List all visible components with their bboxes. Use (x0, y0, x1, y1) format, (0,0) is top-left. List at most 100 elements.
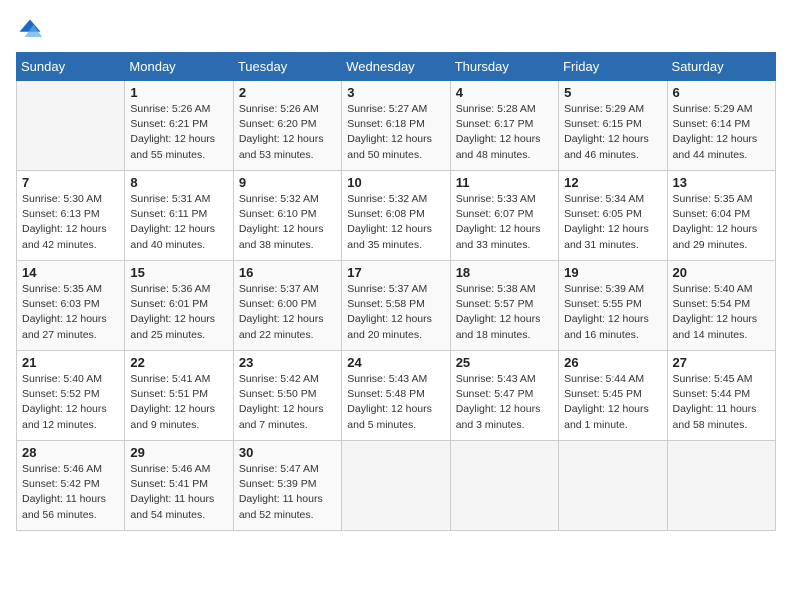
calendar-cell: 16 Sunrise: 5:37 AMSunset: 6:00 PMDayligh… (233, 261, 341, 351)
day-number: 27 (673, 355, 770, 370)
day-detail: Sunrise: 5:43 AMSunset: 5:47 PMDaylight:… (456, 372, 553, 433)
day-detail: Sunrise: 5:46 AMSunset: 5:41 PMDaylight:… (130, 462, 227, 523)
day-detail: Sunrise: 5:38 AMSunset: 5:57 PMDaylight:… (456, 282, 553, 343)
day-number: 22 (130, 355, 227, 370)
day-number: 23 (239, 355, 336, 370)
day-number: 28 (22, 445, 119, 460)
day-detail: Sunrise: 5:32 AMSunset: 6:08 PMDaylight:… (347, 192, 444, 253)
calendar-day-header: Wednesday (342, 53, 450, 81)
day-number: 9 (239, 175, 336, 190)
day-detail: Sunrise: 5:42 AMSunset: 5:50 PMDaylight:… (239, 372, 336, 433)
calendar-cell: 12 Sunrise: 5:34 AMSunset: 6:05 PMDayligh… (559, 171, 667, 261)
day-number: 17 (347, 265, 444, 280)
calendar-body: 1 Sunrise: 5:26 AMSunset: 6:21 PMDaylight… (17, 81, 776, 531)
day-detail: Sunrise: 5:47 AMSunset: 5:39 PMDaylight:… (239, 462, 336, 523)
day-detail: Sunrise: 5:40 AMSunset: 5:54 PMDaylight:… (673, 282, 770, 343)
calendar-table: SundayMondayTuesdayWednesdayThursdayFrid… (16, 52, 776, 531)
calendar-day-header: Sunday (17, 53, 125, 81)
calendar-cell: 24 Sunrise: 5:43 AMSunset: 5:48 PMDayligh… (342, 351, 450, 441)
day-number: 29 (130, 445, 227, 460)
calendar-cell: 4 Sunrise: 5:28 AMSunset: 6:17 PMDaylight… (450, 81, 558, 171)
calendar-cell: 8 Sunrise: 5:31 AMSunset: 6:11 PMDaylight… (125, 171, 233, 261)
calendar-cell: 18 Sunrise: 5:38 AMSunset: 5:57 PMDayligh… (450, 261, 558, 351)
calendar-cell (17, 81, 125, 171)
day-number: 8 (130, 175, 227, 190)
day-number: 7 (22, 175, 119, 190)
day-number: 6 (673, 85, 770, 100)
calendar-day-header: Saturday (667, 53, 775, 81)
calendar-cell (342, 441, 450, 531)
calendar-cell (667, 441, 775, 531)
day-detail: Sunrise: 5:36 AMSunset: 6:01 PMDaylight:… (130, 282, 227, 343)
calendar-cell: 11 Sunrise: 5:33 AMSunset: 6:07 PMDayligh… (450, 171, 558, 261)
page-header (16, 16, 776, 44)
calendar-cell: 28Sunrise: 5:46 AMSunset: 5:42 PMDayligh… (17, 441, 125, 531)
day-detail: Sunrise: 5:35 AMSunset: 6:03 PMDaylight:… (22, 282, 119, 343)
calendar-cell: 5 Sunrise: 5:29 AMSunset: 6:15 PMDaylight… (559, 81, 667, 171)
calendar-header-row: SundayMondayTuesdayWednesdayThursdayFrid… (17, 53, 776, 81)
calendar-day-header: Thursday (450, 53, 558, 81)
day-detail: Sunrise: 5:29 AMSunset: 6:15 PMDaylight:… (564, 102, 661, 163)
calendar-cell: 7Sunrise: 5:30 AMSunset: 6:13 PMDaylight… (17, 171, 125, 261)
calendar-cell: 27 Sunrise: 5:45 AMSunset: 5:44 PMDayligh… (667, 351, 775, 441)
day-detail: Sunrise: 5:35 AMSunset: 6:04 PMDaylight:… (673, 192, 770, 253)
day-detail: Sunrise: 5:28 AMSunset: 6:17 PMDaylight:… (456, 102, 553, 163)
day-detail: Sunrise: 5:26 AMSunset: 6:21 PMDaylight:… (130, 102, 227, 163)
calendar-week-row: 14 Sunrise: 5:35 AMSunset: 6:03 PMDayligh… (17, 261, 776, 351)
day-number: 10 (347, 175, 444, 190)
day-number: 20 (673, 265, 770, 280)
day-detail: Sunrise: 5:39 AMSunset: 5:55 PMDaylight:… (564, 282, 661, 343)
calendar-cell: 30 Sunrise: 5:47 AMSunset: 5:39 PMDayligh… (233, 441, 341, 531)
calendar-cell: 23 Sunrise: 5:42 AMSunset: 5:50 PMDayligh… (233, 351, 341, 441)
logo-icon (16, 16, 44, 44)
calendar-week-row: 1 Sunrise: 5:26 AMSunset: 6:21 PMDaylight… (17, 81, 776, 171)
day-number: 25 (456, 355, 553, 370)
day-detail: Sunrise: 5:26 AMSunset: 6:20 PMDaylight:… (239, 102, 336, 163)
calendar-cell (450, 441, 558, 531)
day-number: 11 (456, 175, 553, 190)
calendar-cell: 9 Sunrise: 5:32 AMSunset: 6:10 PMDaylight… (233, 171, 341, 261)
calendar-cell: 25 Sunrise: 5:43 AMSunset: 5:47 PMDayligh… (450, 351, 558, 441)
day-number: 5 (564, 85, 661, 100)
day-number: 18 (456, 265, 553, 280)
day-number: 4 (456, 85, 553, 100)
calendar-cell: 14 Sunrise: 5:35 AMSunset: 6:03 PMDayligh… (17, 261, 125, 351)
day-number: 19 (564, 265, 661, 280)
day-detail: Sunrise: 5:40 AMSunset: 5:52 PMDaylight:… (22, 372, 119, 433)
calendar-cell: 20 Sunrise: 5:40 AMSunset: 5:54 PMDayligh… (667, 261, 775, 351)
day-detail: Sunrise: 5:41 AMSunset: 5:51 PMDaylight:… (130, 372, 227, 433)
calendar-week-row: 21 Sunrise: 5:40 AMSunset: 5:52 PMDayligh… (17, 351, 776, 441)
day-number: 1 (130, 85, 227, 100)
day-number: 13 (673, 175, 770, 190)
calendar-day-header: Tuesday (233, 53, 341, 81)
day-detail: Sunrise: 5:45 AMSunset: 5:44 PMDaylight:… (673, 372, 770, 433)
calendar-cell: 17Sunrise: 5:37 AMSunset: 5:58 PMDayligh… (342, 261, 450, 351)
day-detail: Sunrise: 5:32 AMSunset: 6:10 PMDaylight:… (239, 192, 336, 253)
logo (16, 16, 48, 44)
day-detail: Sunrise: 5:37 AMSunset: 6:00 PMDaylight:… (239, 282, 336, 343)
calendar-cell: 22 Sunrise: 5:41 AMSunset: 5:51 PMDayligh… (125, 351, 233, 441)
calendar-cell: 13 Sunrise: 5:35 AMSunset: 6:04 PMDayligh… (667, 171, 775, 261)
calendar-cell: 26Sunrise: 5:44 AMSunset: 5:45 PMDayligh… (559, 351, 667, 441)
day-detail: Sunrise: 5:29 AMSunset: 6:14 PMDaylight:… (673, 102, 770, 163)
day-number: 24 (347, 355, 444, 370)
calendar-cell: 15 Sunrise: 5:36 AMSunset: 6:01 PMDayligh… (125, 261, 233, 351)
calendar-cell (559, 441, 667, 531)
calendar-cell: 3Sunrise: 5:27 AMSunset: 6:18 PMDaylight… (342, 81, 450, 171)
day-detail: Sunrise: 5:33 AMSunset: 6:07 PMDaylight:… (456, 192, 553, 253)
day-detail: Sunrise: 5:43 AMSunset: 5:48 PMDaylight:… (347, 372, 444, 433)
day-number: 15 (130, 265, 227, 280)
day-number: 14 (22, 265, 119, 280)
day-detail: Sunrise: 5:34 AMSunset: 6:05 PMDaylight:… (564, 192, 661, 253)
calendar-cell: 2Sunrise: 5:26 AMSunset: 6:20 PMDaylight… (233, 81, 341, 171)
calendar-week-row: 7Sunrise: 5:30 AMSunset: 6:13 PMDaylight… (17, 171, 776, 261)
day-number: 16 (239, 265, 336, 280)
calendar-cell: 1 Sunrise: 5:26 AMSunset: 6:21 PMDaylight… (125, 81, 233, 171)
day-number: 26 (564, 355, 661, 370)
day-number: 21 (22, 355, 119, 370)
day-number: 12 (564, 175, 661, 190)
day-number: 30 (239, 445, 336, 460)
day-detail: Sunrise: 5:31 AMSunset: 6:11 PMDaylight:… (130, 192, 227, 253)
day-number: 3 (347, 85, 444, 100)
calendar-day-header: Monday (125, 53, 233, 81)
